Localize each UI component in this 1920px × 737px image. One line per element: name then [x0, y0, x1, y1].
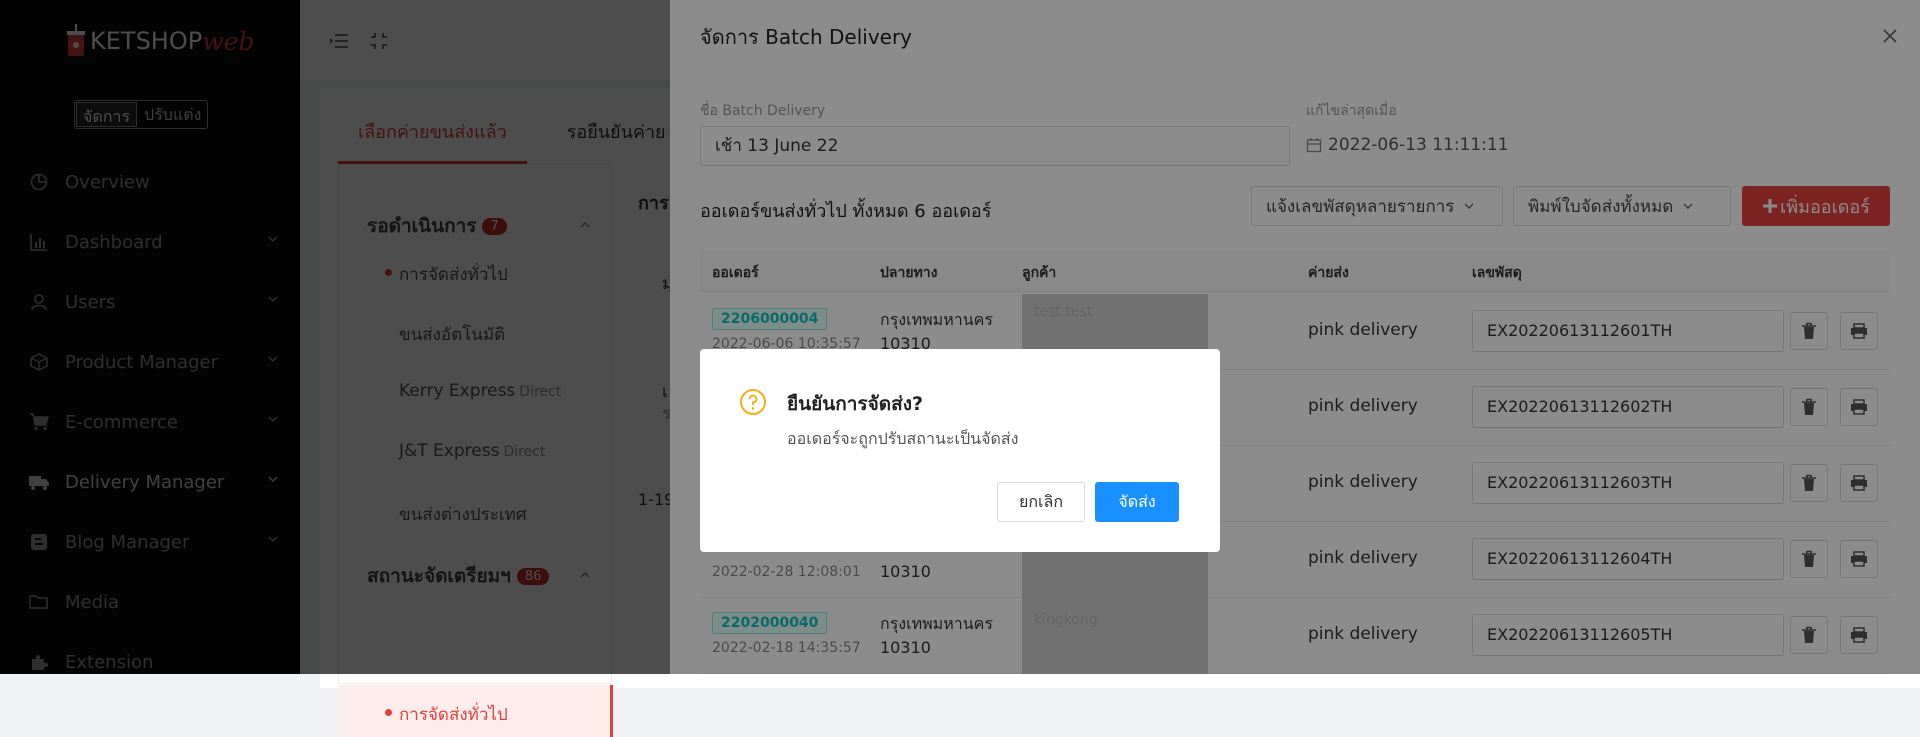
dialog-message: ออเดอร์จะถูกปรับสถานะเป็นจัดส่ง: [787, 429, 1019, 448]
modal-overlay[interactable]: [0, 0, 1920, 674]
cancel-button[interactable]: ยกเลิก: [997, 482, 1085, 522]
question-circle-icon: [740, 389, 766, 415]
confirm-ship-button[interactable]: จัดส่ง: [1095, 482, 1179, 522]
list-item[interactable]: การจัดส่งทั่วไป: [385, 701, 508, 728]
dialog-title: ยืนยันการจัดส่ง?: [787, 393, 923, 415]
list-item-label: การจัดส่งทั่วไป: [399, 705, 508, 725]
confirm-dialog: ยืนยันการจัดส่ง? ออเดอร์จะถูกปรับสถานะเป…: [700, 349, 1220, 552]
